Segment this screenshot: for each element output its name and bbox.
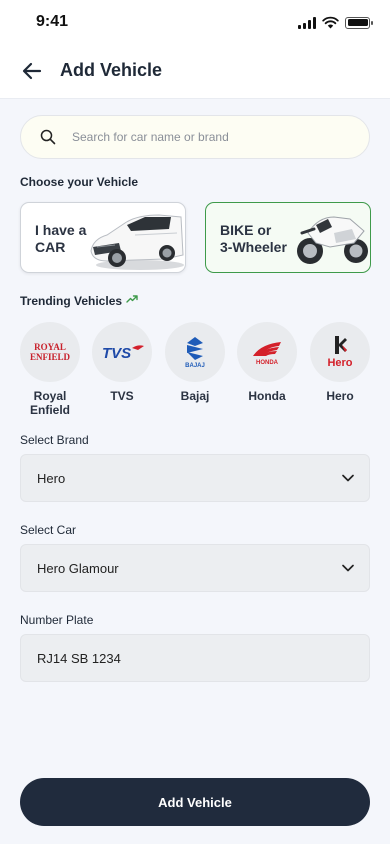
app-header: Add Vehicle (0, 46, 390, 99)
select-brand-label: Select Brand (20, 433, 89, 447)
search-icon (40, 129, 56, 145)
brand-tvs[interactable]: TVS TVS (92, 322, 152, 403)
royal-enfield-logo-mark: ROYAL ENFIELD (30, 342, 71, 362)
car-select[interactable]: Hero Glamour (20, 544, 370, 592)
search-bar[interactable] (20, 115, 370, 159)
back-arrow-icon[interactable] (20, 59, 44, 83)
royal-enfield-logo: ROYAL ENFIELD (20, 322, 80, 382)
bajaj-logo-mark: BAJAJ (185, 337, 205, 369)
wifi-icon (322, 16, 339, 29)
car-select-value: Hero Glamour (37, 560, 119, 576)
brand-bajaj[interactable]: BAJAJ Bajaj (165, 322, 225, 403)
hero-logo-mark: Hero (327, 336, 353, 369)
battery-icon (345, 16, 373, 29)
brand-royal-enfield[interactable]: ROYAL ENFIELD Royal Enfield (20, 322, 80, 417)
chevron-down-icon (342, 564, 354, 572)
hero-logo: Hero (310, 322, 370, 382)
choose-vehicle-label: Choose your Vehicle (20, 175, 139, 189)
car-image (90, 214, 184, 270)
hero-logo-text: Hero (327, 357, 352, 369)
honda-logo-mark: HONDA (253, 342, 281, 366)
number-plate-input[interactable] (20, 634, 370, 682)
brand-name: Hero (326, 389, 354, 403)
status-bar: 9:41 (0, 0, 390, 46)
tvs-logo-text: TVS (102, 345, 131, 362)
brand-select[interactable]: Hero (20, 454, 370, 502)
car-option-card[interactable]: I have a CAR (20, 202, 186, 273)
royal-enfield-logo-text-1: ROYAL (34, 342, 66, 352)
bajaj-logo-text: BAJAJ (185, 363, 205, 369)
brand-select-value: Hero (37, 470, 66, 486)
brand-honda[interactable]: HONDA Honda (237, 322, 297, 403)
brand-name: Honda (248, 389, 286, 403)
page-title: Add Vehicle (60, 60, 163, 80)
trending-vehicles-label: Trending Vehicles (20, 294, 123, 308)
search-input[interactable] (72, 130, 342, 144)
motorbike-image (297, 216, 368, 264)
select-car-label: Select Car (20, 523, 77, 537)
bike-option-card[interactable]: BIKE or 3-Wheeler (205, 202, 371, 273)
honda-logo: HONDA (237, 322, 297, 382)
status-time: 9:41 (36, 13, 69, 30)
status-icons (298, 16, 373, 29)
royal-enfield-logo-text-2: ENFIELD (30, 352, 71, 362)
honda-logo-text: HONDA (256, 360, 279, 366)
bajaj-logo: BAJAJ (165, 322, 225, 382)
tvs-logo: TVS (92, 322, 152, 382)
signal-icon (298, 16, 316, 29)
brand-name: Royal Enfield (29, 389, 70, 417)
add-vehicle-button[interactable]: Add Vehicle (20, 778, 370, 826)
brand-name: TVS (110, 389, 134, 403)
brand-name: Bajaj (180, 389, 210, 403)
chevron-down-icon (342, 474, 354, 482)
tvs-logo-mark: TVS (102, 345, 144, 362)
number-plate-label: Number Plate (20, 613, 94, 627)
brand-hero[interactable]: Hero Hero (310, 322, 370, 403)
trending-up-icon (126, 295, 138, 303)
